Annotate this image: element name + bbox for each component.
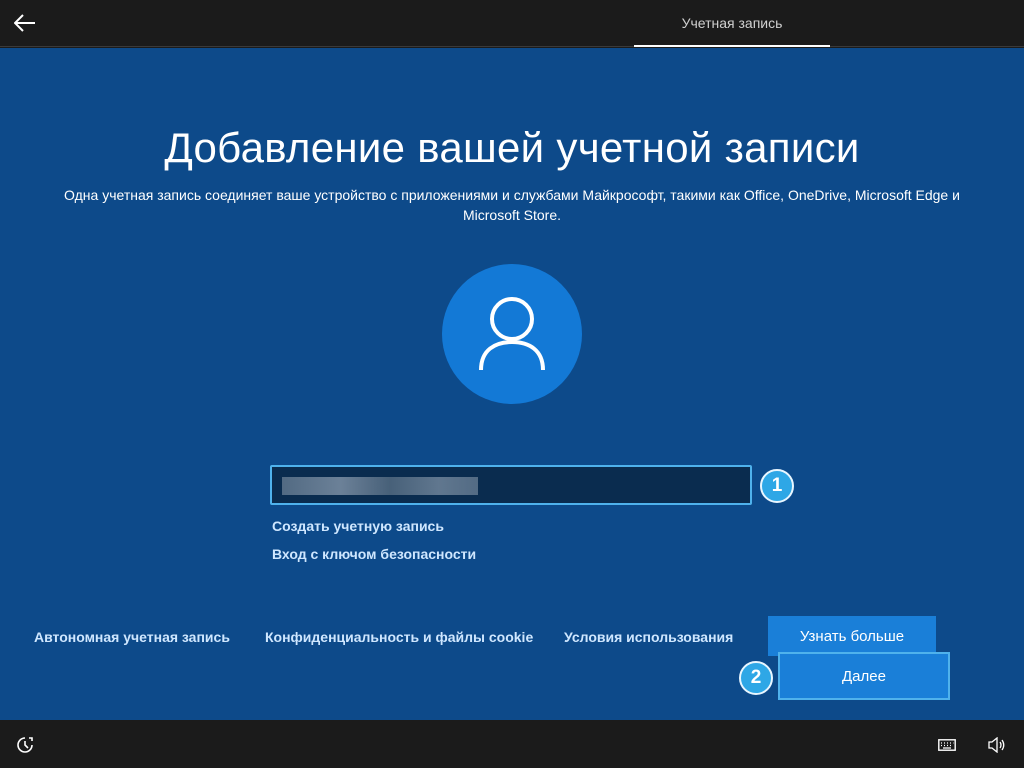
volume-icon [988, 737, 1005, 753]
learn-more-button[interactable]: Узнать больше [768, 616, 936, 656]
page-title: Добавление вашей учетной записи [164, 124, 860, 171]
email-field[interactable] [270, 465, 752, 505]
security-key-link[interactable]: Вход с ключом безопасности [272, 546, 476, 562]
next-button[interactable]: Далее [778, 652, 950, 700]
step-badge-1: 1 [760, 469, 794, 503]
main-panel: Добавление вашей учетной записи Одна уче… [0, 48, 1024, 720]
terms-of-use-link[interactable]: Условия использования [564, 629, 733, 645]
user-icon [479, 297, 545, 371]
keyboard-icon [938, 739, 956, 751]
volume-button[interactable] [986, 734, 1008, 756]
top-bar: Учетная запись [0, 0, 1024, 47]
arrow-left-icon [14, 14, 35, 32]
create-account-link[interactable]: Создать учетную запись [272, 518, 444, 534]
offline-account-link[interactable]: Автономная учетная запись [34, 629, 230, 645]
tab-account: Учетная запись [634, 0, 830, 47]
step-badge-2: 2 [739, 661, 773, 695]
bottom-bar [0, 720, 1024, 768]
keyboard-button[interactable] [936, 734, 958, 756]
ease-of-access-button[interactable] [14, 734, 36, 756]
page-subtitle: Одна учетная запись соединяет ваше устро… [64, 187, 960, 223]
ease-of-access-icon [17, 737, 33, 753]
privacy-cookies-link[interactable]: Конфиденциальность и файлы cookie [265, 629, 533, 645]
back-button[interactable] [10, 8, 40, 38]
email-input[interactable] [272, 467, 750, 503]
avatar [442, 264, 582, 404]
